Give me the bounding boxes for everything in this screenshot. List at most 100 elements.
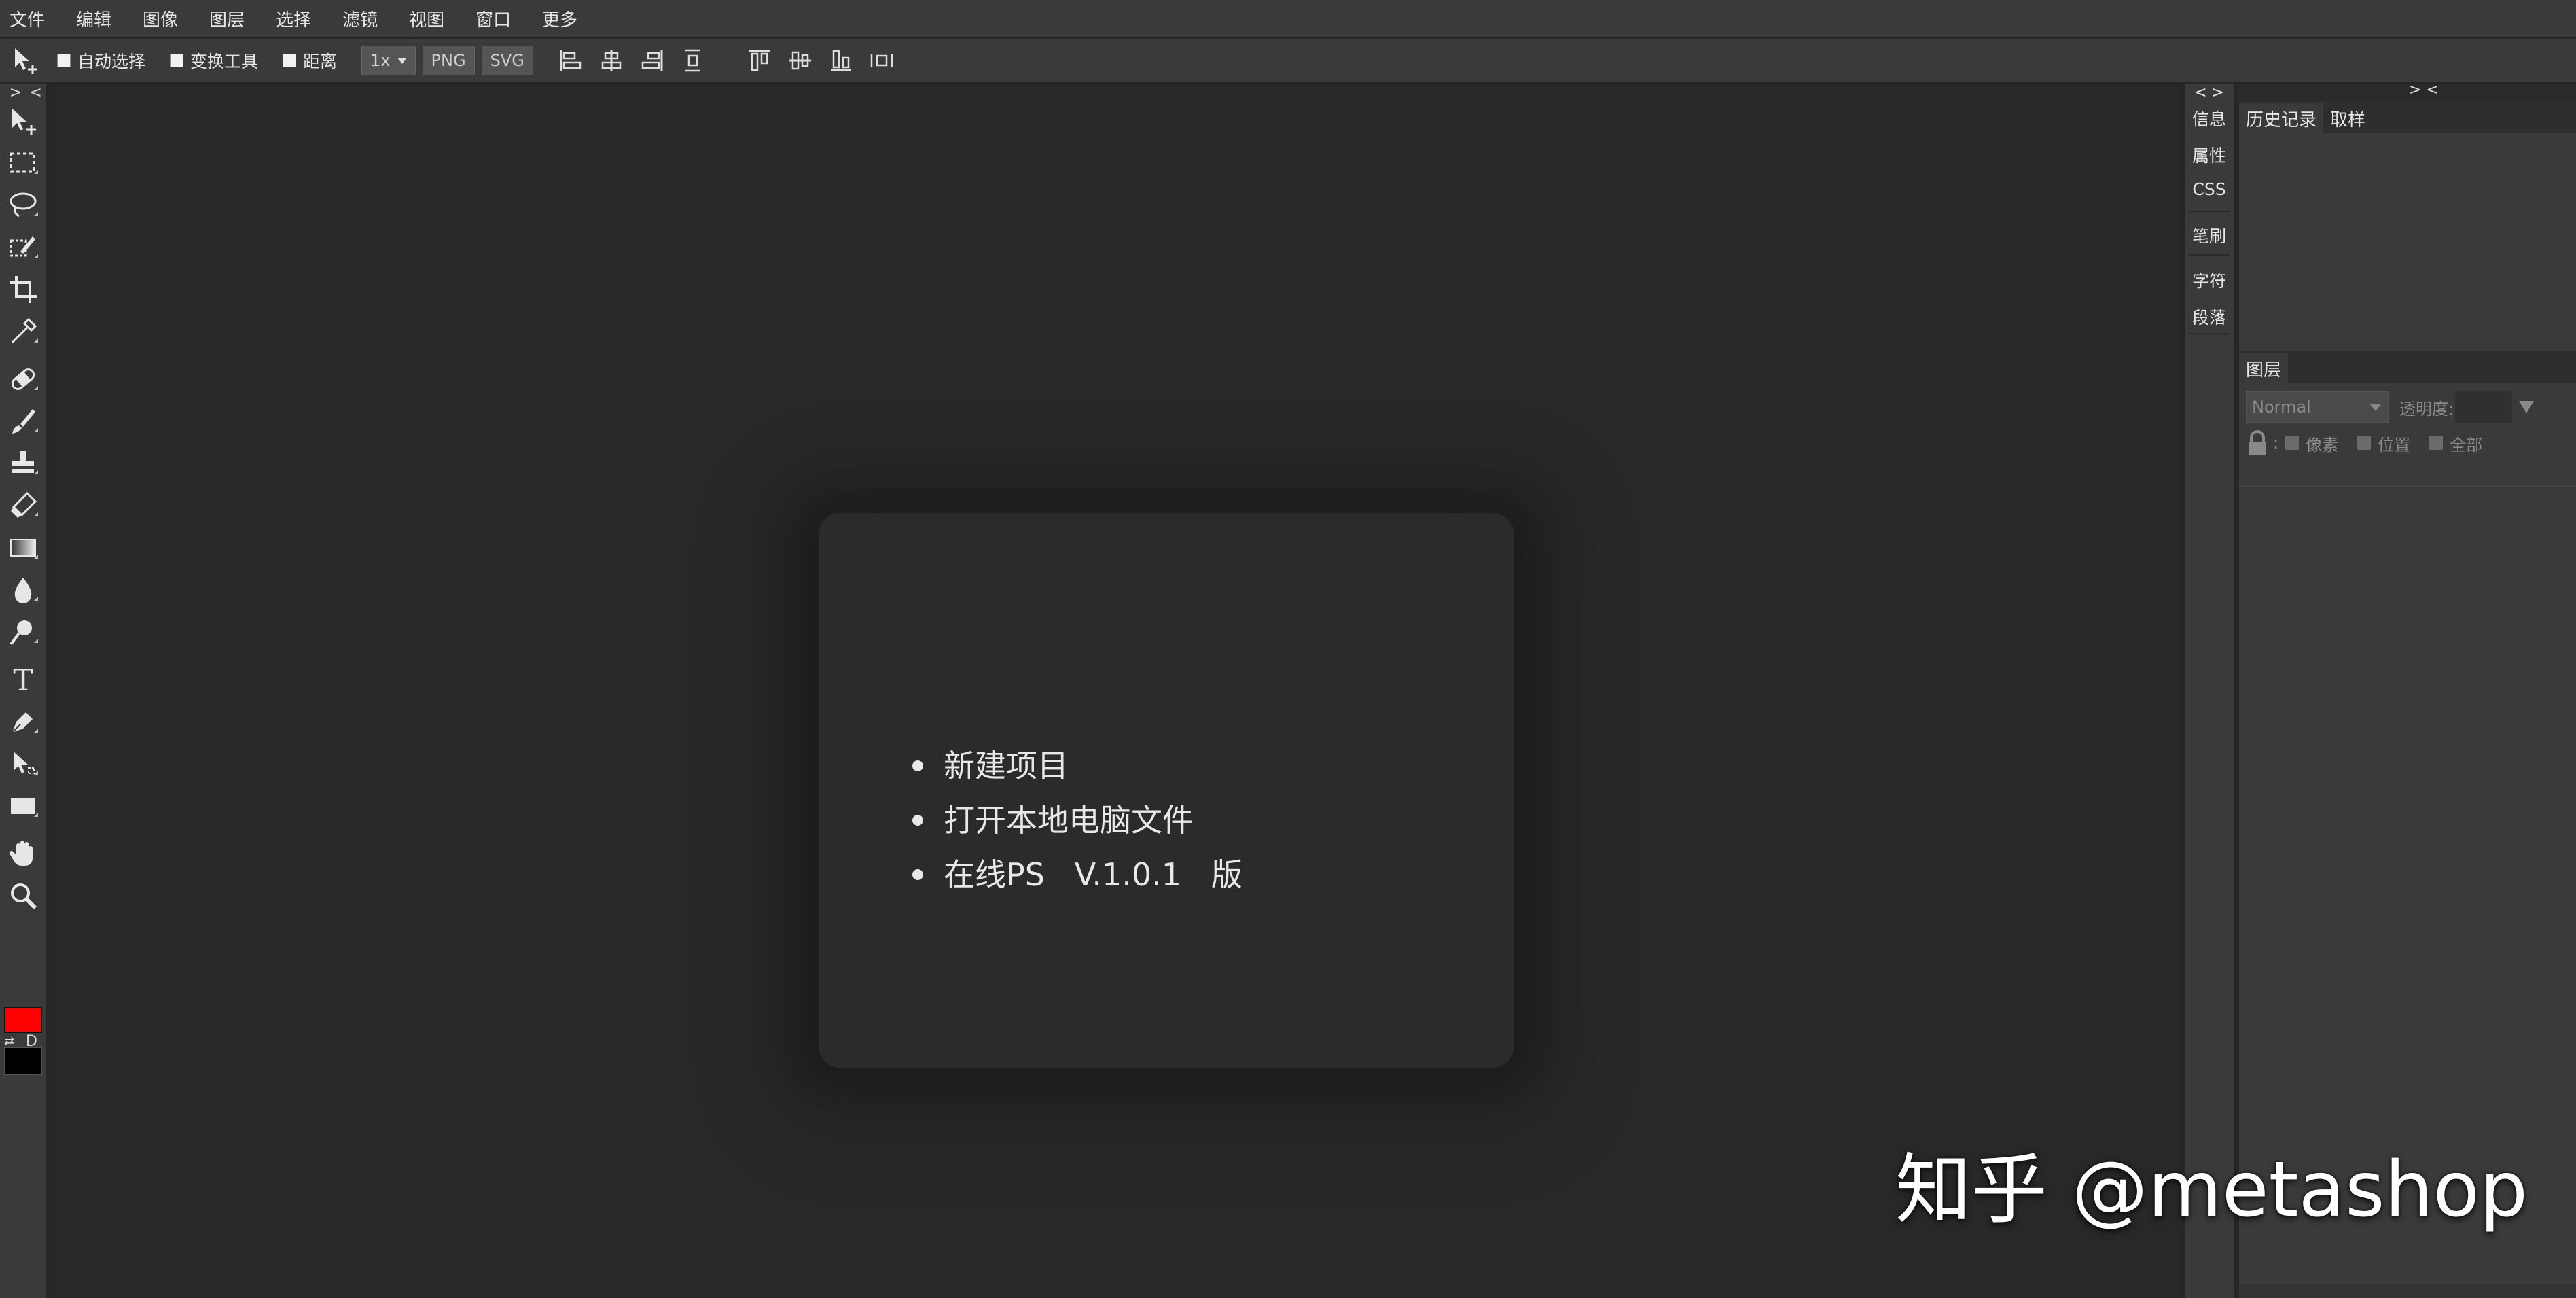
brush-tool-icon[interactable]: [7, 405, 39, 438]
distribute-vertical-icon[interactable]: [680, 48, 706, 73]
panel-tab-strip: < > 信息 属性 CSS 笔刷 字符 段落: [2182, 84, 2236, 1298]
menu-image[interactable]: 图像: [143, 6, 178, 31]
menu-bar: 文件 编辑 图像 图层 选择 滤镜 视图 窗口 更多: [0, 0, 2576, 38]
lock-pixels-box[interactable]: [2285, 436, 2300, 450]
menu-view[interactable]: 视图: [409, 6, 444, 31]
align-horizontal-center-icon[interactable]: [598, 48, 624, 73]
zoom-tool-icon[interactable]: [7, 879, 39, 912]
menu-select[interactable]: 选择: [276, 6, 311, 31]
rectangle-tool-icon[interactable]: [7, 790, 39, 822]
options-bar: 自动选择 变换工具 距离 1x PNG SVG: [0, 39, 2576, 84]
align-bottom-icon[interactable]: [828, 48, 854, 73]
distance-label: 距离: [303, 52, 338, 71]
menu-filter[interactable]: 滤镜: [342, 6, 378, 31]
menu-layer[interactable]: 图层: [209, 6, 245, 31]
foreground-color-swatch[interactable]: [4, 1007, 42, 1033]
lock-position-label: 位置: [2378, 435, 2411, 455]
zoom-select[interactable]: 1x: [361, 46, 416, 75]
bullet: [912, 869, 923, 880]
move-tool-icon: [11, 46, 41, 75]
bullet: [912, 760, 923, 771]
opacity-input[interactable]: [2455, 391, 2513, 423]
version-info-link[interactable]: 在线PS V.1.0.1 版: [912, 847, 1242, 902]
layers-panel-header: 图层: [2239, 351, 2576, 383]
gradient-tool-icon[interactable]: [7, 531, 39, 564]
blur-tool-icon[interactable]: [7, 574, 39, 606]
quick-selection-tool-icon[interactable]: [7, 231, 39, 264]
menu-file[interactable]: 文件: [10, 6, 45, 31]
chevron-down-icon: [397, 57, 407, 64]
transform-tools-box[interactable]: [170, 54, 184, 67]
tab-character[interactable]: 字符: [2185, 268, 2234, 292]
right-panel-topbar: > <: [2239, 82, 2576, 101]
export-png-button[interactable]: PNG: [422, 46, 475, 75]
transform-tools-checkbox[interactable]: 变换工具: [170, 48, 258, 73]
opacity-dropdown-icon[interactable]: [2519, 401, 2535, 413]
layers-divider: [2239, 485, 2576, 487]
menu-edit[interactable]: 编辑: [76, 6, 111, 31]
tab-css[interactable]: CSS: [2185, 179, 2234, 199]
align-top-icon[interactable]: [747, 48, 772, 73]
align-right-icon[interactable]: [639, 48, 665, 73]
move-tool-icon[interactable]: [7, 105, 39, 137]
menu-window[interactable]: 窗口: [476, 6, 511, 31]
tab-divider: [2189, 333, 2230, 334]
eyedropper-tool-icon[interactable]: [7, 315, 39, 348]
chevron-down-icon: [2370, 404, 2381, 411]
distribute-horizontal-icon[interactable]: [869, 48, 895, 73]
tab-brush[interactable]: 笔刷: [2185, 223, 2234, 247]
marquee-tool-icon[interactable]: [7, 147, 39, 179]
auto-select-label: 自动选择: [77, 52, 146, 71]
export-svg-button[interactable]: SVG: [481, 46, 533, 75]
toolbar-collapse-toggle[interactable]: > <: [10, 84, 43, 101]
crop-tool-icon[interactable]: [7, 273, 39, 306]
hand-tool-icon[interactable]: [7, 837, 39, 870]
eraser-tool-icon[interactable]: [7, 489, 39, 522]
tab-history[interactable]: 历史记录: [2239, 103, 2324, 133]
lock-position-checkbox[interactable]: 位置: [2357, 432, 2410, 455]
panel-strip-collapse-toggle[interactable]: < >: [2185, 84, 2234, 101]
bullet: [912, 815, 923, 826]
right-panels: > < 历史记录 取样 图层 Normal 透明度: : 像素 位置 全部: [2239, 82, 2576, 1298]
tab-divider: [2189, 254, 2230, 256]
lasso-tool-icon[interactable]: [7, 189, 39, 222]
dodge-tool-icon[interactable]: [7, 616, 39, 648]
distance-box[interactable]: [283, 54, 297, 67]
background-color-swatch[interactable]: [4, 1047, 42, 1075]
tab-properties[interactable]: 属性: [2185, 143, 2234, 167]
pen-tool-icon[interactable]: [7, 705, 39, 738]
healing-brush-tool-icon[interactable]: [7, 363, 39, 396]
tab-paragraph[interactable]: 段落: [2185, 304, 2234, 329]
align-vertical-center-icon[interactable]: [787, 48, 813, 73]
zoom-value: 1x: [370, 51, 391, 70]
watermark-text: 知乎 @metashop: [1895, 1146, 2528, 1234]
lock-all-box[interactable]: [2429, 436, 2444, 450]
history-panel-body: [2239, 133, 2576, 347]
canvas-area: 新建项目 打开本地电脑文件 在线PS V.1.0.1 版: [49, 84, 2182, 1298]
start-menu-list: 新建项目 打开本地电脑文件 在线PS V.1.0.1 版: [912, 739, 1242, 902]
menu-more[interactable]: 更多: [542, 6, 577, 31]
clone-stamp-tool-icon[interactable]: [7, 447, 39, 480]
tab-layers[interactable]: 图层: [2239, 353, 2289, 383]
lock-icon: [2249, 430, 2266, 455]
lock-pixels-checkbox[interactable]: 像素: [2285, 432, 2338, 455]
blend-mode-select[interactable]: Normal: [2246, 391, 2389, 423]
tab-sample[interactable]: 取样: [2323, 103, 2373, 133]
path-selection-tool-icon[interactable]: [7, 748, 39, 780]
auto-select-box[interactable]: [57, 54, 71, 67]
tab-info[interactable]: 信息: [2185, 106, 2234, 130]
distance-checkbox[interactable]: 距离: [283, 48, 337, 73]
history-panel-header: 历史记录 取样: [2239, 101, 2576, 133]
align-left-icon[interactable]: [558, 48, 584, 73]
lock-all-label: 全部: [2450, 435, 2483, 455]
left-toolbar: > < T ⇄ D: [0, 84, 49, 1298]
lock-all-checkbox[interactable]: 全部: [2429, 432, 2482, 455]
auto-select-checkbox[interactable]: 自动选择: [57, 48, 145, 73]
blend-mode-value: Normal: [2252, 398, 2311, 417]
type-tool-icon[interactable]: T: [7, 663, 39, 698]
lock-position-box[interactable]: [2357, 436, 2372, 450]
open-local-file-link[interactable]: 打开本地电脑文件: [912, 793, 1242, 847]
right-panel-collapse-toggle[interactable]: > <: [2409, 82, 2439, 99]
new-project-link[interactable]: 新建项目: [912, 739, 1242, 793]
lock-pixels-label: 像素: [2306, 435, 2339, 455]
